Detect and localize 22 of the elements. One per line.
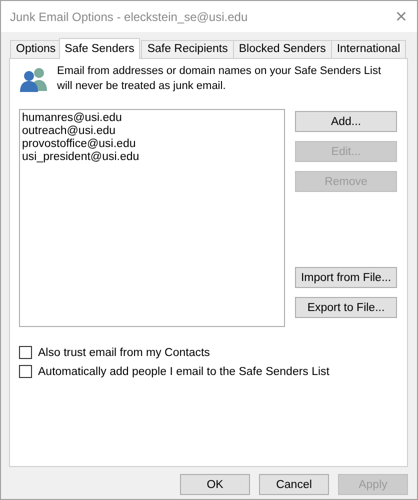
tab[interactable]: International	[330, 40, 406, 58]
tab[interactable]: Options	[10, 40, 62, 58]
add-button[interactable]: Add...	[295, 111, 397, 132]
ok-button[interactable]: OK	[180, 474, 250, 495]
checkbox[interactable]	[19, 346, 32, 359]
tab[interactable]: Safe Recipients	[141, 40, 234, 58]
tab[interactable]: Safe Senders	[58, 38, 140, 59]
senders-list[interactable]: humanres@usi.edu outreach@usi.edu provostoffice@usi.edu usi_president@usi.edu	[19, 109, 285, 327]
list-item[interactable]: provostoffice@usi.edu	[22, 138, 282, 151]
cancel-button[interactable]: Cancel	[259, 474, 329, 495]
list-item[interactable]: usi_president@usi.edu	[22, 151, 282, 164]
close-icon[interactable]: ×	[395, 6, 407, 26]
checkbox-label: Automatically add people I email to the Safe Senders List	[38, 366, 330, 378]
people-icon	[19, 65, 49, 93]
import-button[interactable]: Import from File...	[295, 267, 397, 288]
info-text: Email from addresses or domain names on your Safe Senders List will never be treated as junk email.	[57, 64, 382, 94]
checkbox[interactable]	[19, 365, 32, 378]
export-button[interactable]: Export to File...	[295, 297, 397, 318]
list-item[interactable]: outreach@usi.edu	[22, 125, 282, 138]
checkbox-label: Also trust email from my Contacts	[38, 346, 210, 358]
list-item[interactable]: humanres@usi.edu	[22, 112, 282, 125]
window-title: Junk Email Options - eleckstein_se@usi.edu	[10, 10, 248, 24]
